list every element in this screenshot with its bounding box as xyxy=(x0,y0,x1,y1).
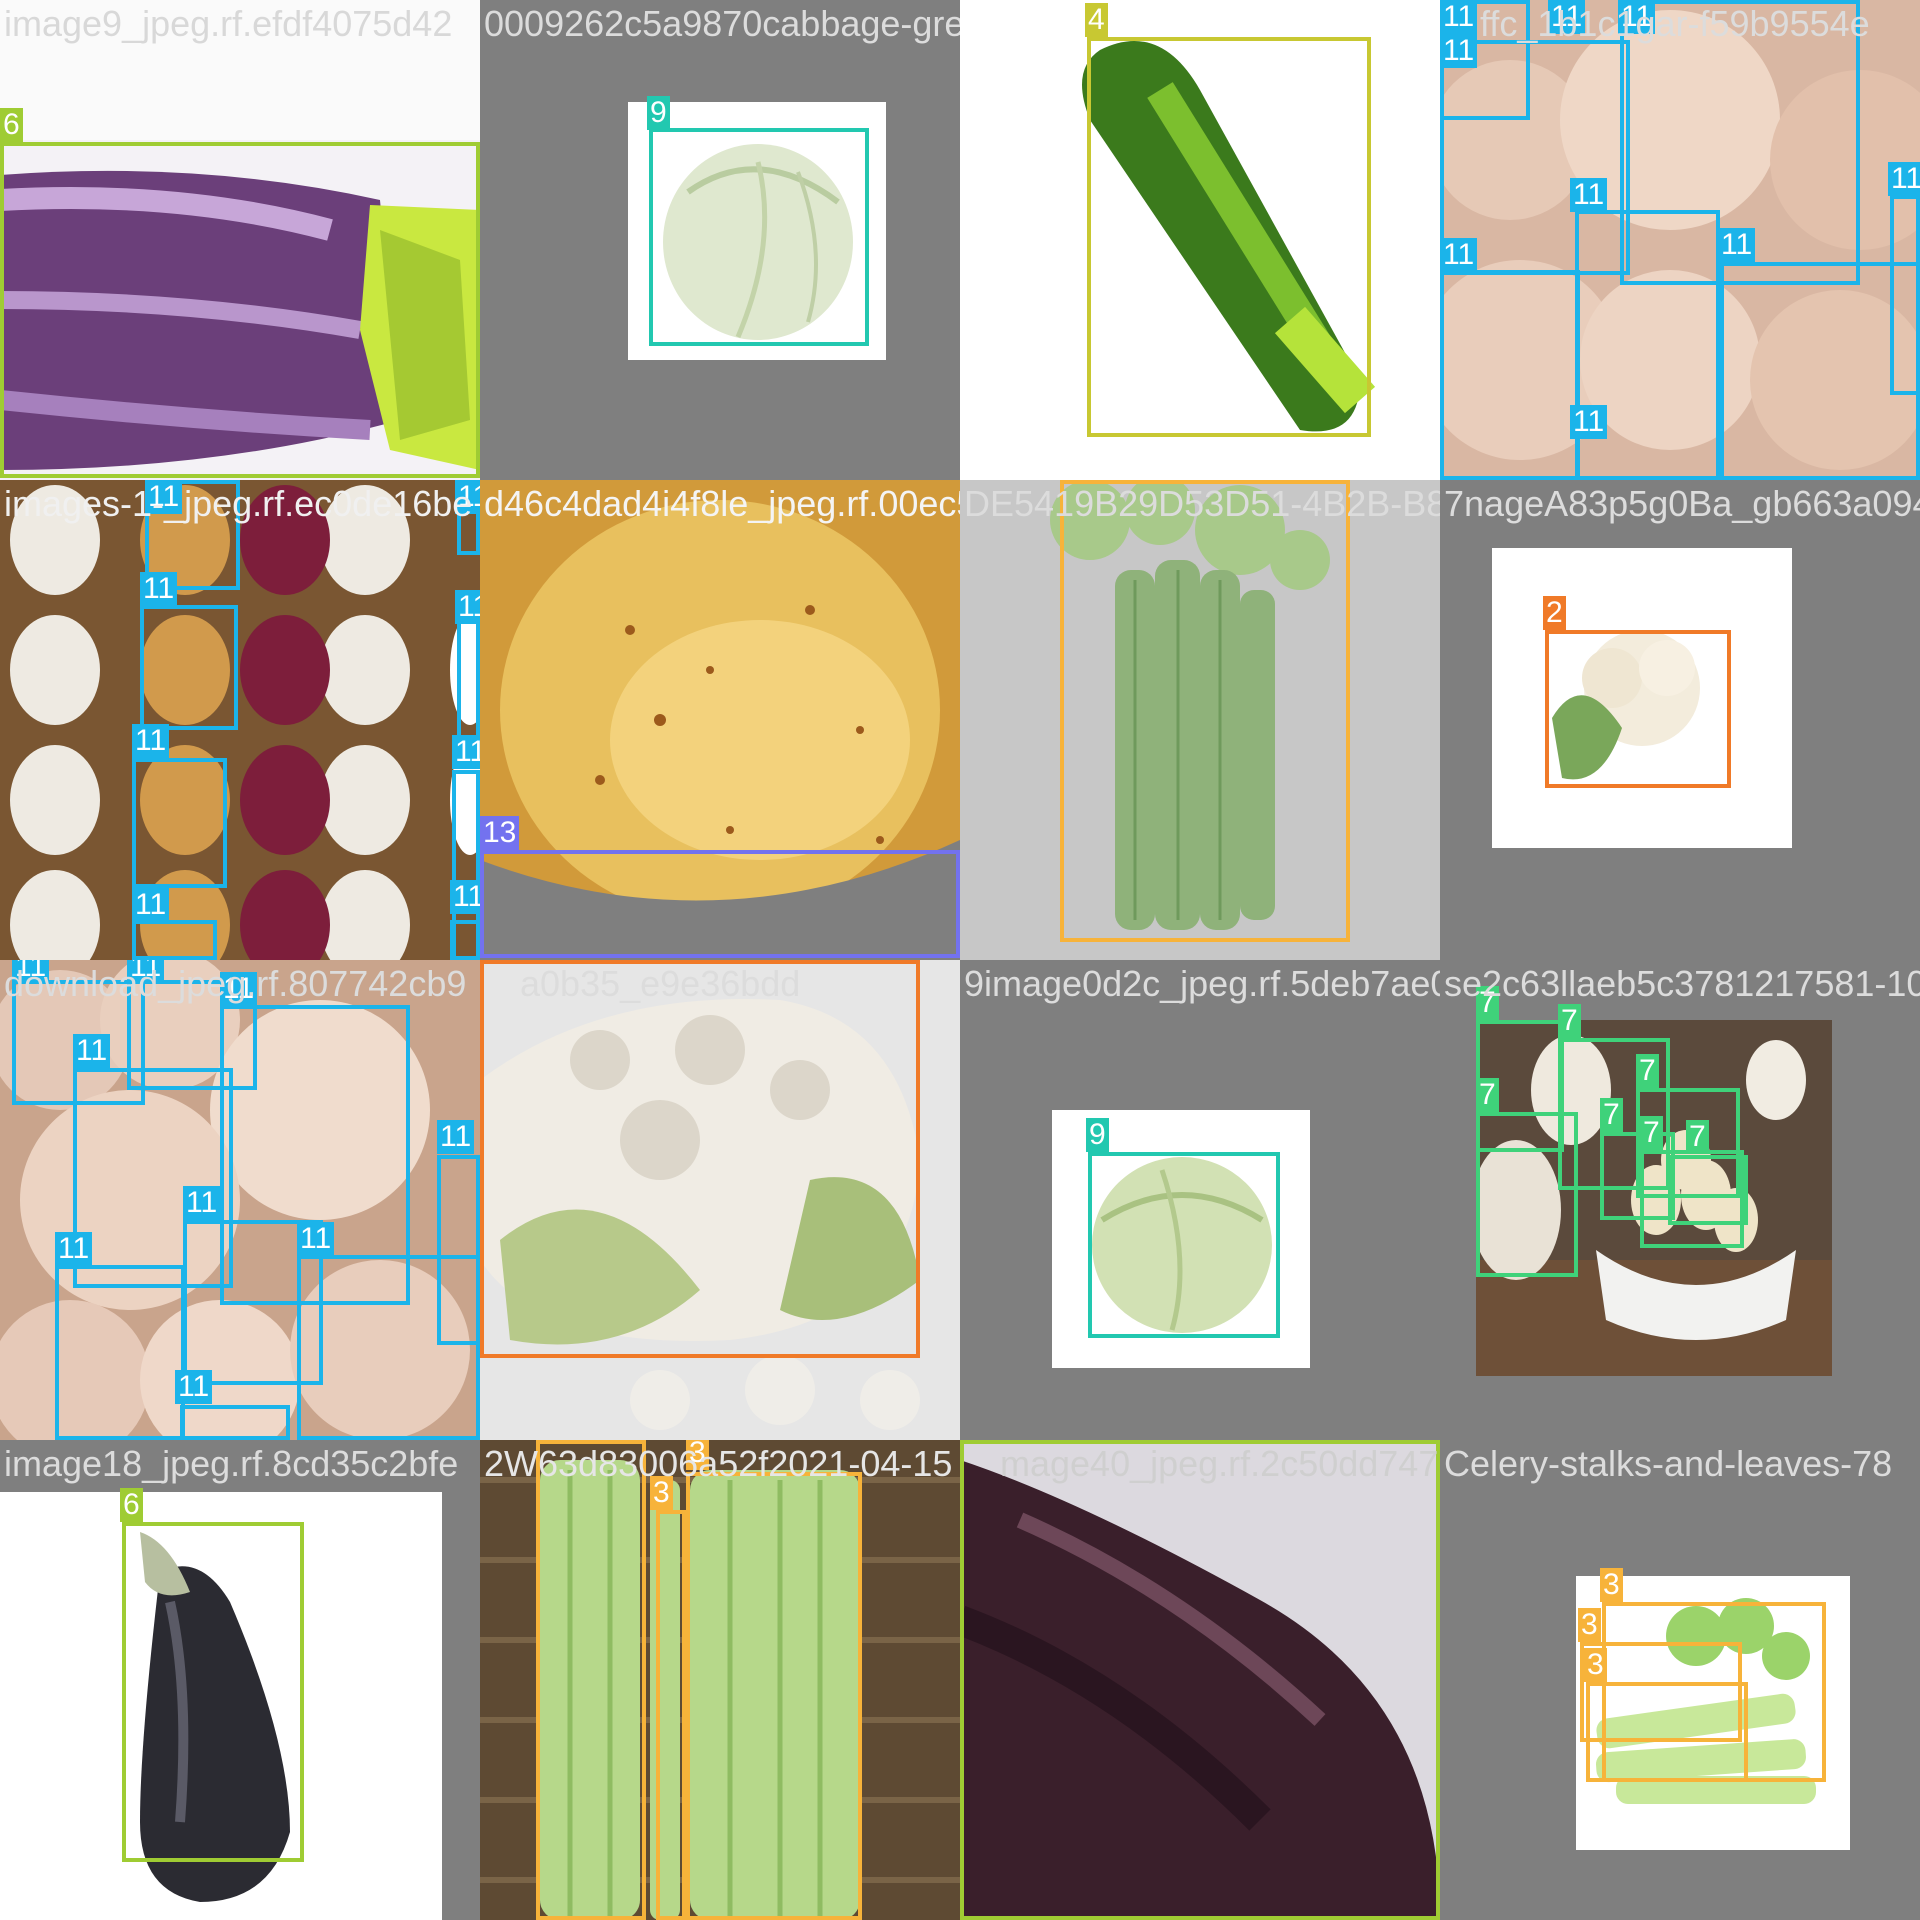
bbox-3 xyxy=(536,1440,646,1920)
class-label: 6 xyxy=(0,108,23,142)
tile-filename: ffc_1b1c1gar-f59b9554e xyxy=(1480,3,1870,44)
class-label: 11 xyxy=(183,1186,221,1220)
bbox-11 xyxy=(1575,210,1720,480)
class-label: 13 xyxy=(480,816,520,850)
bbox-11 xyxy=(1440,270,1580,480)
class-label: 7 xyxy=(1640,1116,1663,1150)
bbox-11 xyxy=(132,920,217,960)
bbox-6 xyxy=(122,1522,304,1862)
class-label: 11 xyxy=(132,724,170,758)
tile-filename: download_jpeg.rf.807742cb9 xyxy=(4,963,467,1004)
tile-filename: se2c63llaeb5c3781217581-1024 xyxy=(1444,963,1920,1004)
class-label: 11 xyxy=(437,1120,475,1154)
bbox-3 xyxy=(656,1510,686,1920)
tile-filename: image18_jpeg.rf.8cd35c2bfe xyxy=(4,1443,459,1484)
tile-eggplant-whole: 6 image18_jpeg.rf.8cd35c2bfe xyxy=(0,1440,480,1920)
tile-filename: 2W63d83006a52f2021-04-15 xyxy=(484,1443,953,1484)
bbox-7 xyxy=(1668,1155,1748,1225)
tile-filename: 9image0d2c_jpeg.rf.5deb7ae035 xyxy=(964,963,1440,1004)
bbox-9 xyxy=(649,128,869,346)
bbox-4 xyxy=(1087,37,1371,437)
class-label: 7 xyxy=(1476,1078,1499,1112)
class-label: 11 xyxy=(1718,228,1756,262)
class-label: 11 xyxy=(175,1370,213,1404)
class-label: 4 xyxy=(1085,3,1108,37)
bbox-3 xyxy=(1586,1682,1748,1782)
tile-filename: 0009262c5a9870cabbage-green-ead1_5191_f7… xyxy=(484,3,960,44)
tile-cauliflower-small: 2 7nageA83p5g0Ba_gb663a094c xyxy=(1440,480,1920,960)
tile-onions-pile: 11 11 11 11 11 11 11 11 11 download_jpeg… xyxy=(0,960,480,1440)
tile-cucumber: 4 xyxy=(960,0,1440,480)
bbox-6 xyxy=(960,1440,1440,1920)
bbox-13 xyxy=(480,850,960,958)
class-label: 6 xyxy=(120,1488,143,1522)
class-label: 11 xyxy=(55,1232,93,1266)
tile-cauliflower-large: 2 a0b35_e9e36bdd xyxy=(480,960,960,1440)
tile-eggplant-closeup: 6 image9_jpeg.rf.efdf4075d42 xyxy=(0,0,480,480)
class-label: 7 xyxy=(1600,1098,1623,1132)
bbox-11 xyxy=(132,758,227,888)
onions-icon xyxy=(10,485,480,960)
class-label: 2 xyxy=(1543,596,1566,630)
bbox-11 xyxy=(437,1155,480,1345)
class-label: 11 xyxy=(1440,238,1478,272)
bbox-3 xyxy=(1060,480,1350,942)
tile-potato: 13 d46c4dad4i4f8le_jpeg.rf.00ec549 xyxy=(480,480,960,960)
class-label: 9 xyxy=(1086,1118,1109,1152)
bbox-7 xyxy=(1476,1112,1578,1277)
tile-eggplant-dark: 6 mage40_jpeg.rf.2c50dd747 xyxy=(960,1440,1440,1920)
tile-filename: Celery-stalks-and-leaves-78 xyxy=(1444,1443,1893,1484)
class-label: 9 xyxy=(647,96,670,130)
bbox-11 xyxy=(450,920,480,960)
bbox-3 xyxy=(686,1472,862,1920)
class-label: 11 xyxy=(1888,162,1920,196)
bbox-2 xyxy=(1545,630,1731,788)
bbox-11 xyxy=(140,605,238,730)
tile-celery: 3 DE5419B29D53D51-4B2B-B807-104A633258DB… xyxy=(960,480,1440,960)
bbox-6 xyxy=(0,142,480,478)
class-label: 11 xyxy=(140,572,178,606)
class-label: 11 xyxy=(455,590,480,624)
bbox-11 xyxy=(1890,195,1920,395)
tile-filename: image9_jpeg.rf.efdf4075d42 xyxy=(4,3,453,44)
detection-mosaic: 6 image9_jpeg.rf.efdf4075d42 9 0009262c5… xyxy=(0,0,1920,1920)
tile-onions: 11 11 11 11 11 11 11 11 11 ffc_1b1c1gar-… xyxy=(1440,0,1920,480)
tile-cabbage-2: 9 9image0d2c_jpeg.rf.5deb7ae035 xyxy=(960,960,1440,1440)
class-label: 11 xyxy=(297,1222,335,1256)
bbox-11 xyxy=(180,1405,290,1440)
class-label: 3 xyxy=(1584,1648,1607,1682)
class-label: 11 xyxy=(450,880,480,914)
class-label: 11 xyxy=(1570,405,1608,439)
bbox-9 xyxy=(1088,1152,1280,1338)
bbox-11 xyxy=(55,1265,185,1440)
class-label: 11 xyxy=(73,1034,111,1068)
tile-filename: d46c4dad4i4f8le_jpeg.rf.00ec549 xyxy=(484,483,960,524)
tile-filename: a0b35_e9e36bdd xyxy=(520,963,801,1004)
class-label: 7 xyxy=(1636,1054,1659,1088)
tile-garlic: 7 7 7 7 7 7 7 se2c63llaeb5c3781217581-10… xyxy=(1440,960,1920,1440)
tile-filename: mage40_jpeg.rf.2c50dd747 xyxy=(1000,1443,1439,1484)
class-label: 3 xyxy=(1600,1568,1623,1602)
class-label: 3 xyxy=(1578,1608,1601,1642)
bbox-2 xyxy=(480,960,920,1358)
class-label: 7 xyxy=(1686,1120,1709,1154)
class-label: 11 xyxy=(1440,0,1478,34)
tile-filename: DE5419B29D53D51-4B2B-B807-104A633258DB_j… xyxy=(964,483,1440,524)
tile-celery-basket: 3 3 3 2W63d83006a52f2021-04-15 xyxy=(480,1440,960,1920)
tile-filename: images-1-_jpeg.rf.ec0de16be xyxy=(4,483,473,524)
class-label: 11 xyxy=(452,735,480,769)
class-label: 11 xyxy=(132,888,170,922)
tile-onions-grid: 11 11 11 11 11 11 11 11 images-1-_jpeg.r… xyxy=(0,480,480,960)
class-label: 11 xyxy=(1440,34,1478,68)
tile-filename: 7nageA83p5g0Ba_gb663a094c xyxy=(1444,483,1920,524)
class-label: 7 xyxy=(1558,1004,1581,1038)
tile-cabbage: 9 0009262c5a9870cabbage-green-ead1_5191_… xyxy=(480,0,960,480)
class-label: 11 xyxy=(1570,178,1608,212)
tile-celery-stalks: 3 3 3 Celery-stalks-and-leaves-78 xyxy=(1440,1440,1920,1920)
